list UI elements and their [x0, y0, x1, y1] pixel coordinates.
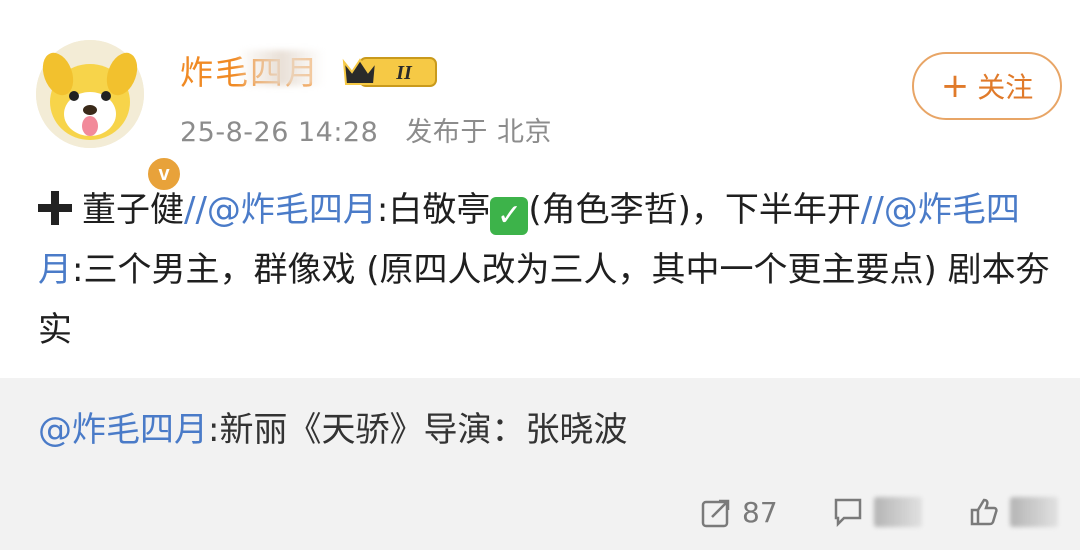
dog-avatar-icon: [36, 40, 144, 148]
action-bar: 87: [0, 488, 1080, 542]
repost-mention[interactable]: @炸毛四月: [38, 410, 208, 450]
thumbs-up-icon: [970, 498, 998, 526]
body-text-3: :三个男主，群像戏 (原四人改为三人，其中一个更主要点) 剧本夯实: [38, 250, 1050, 350]
plus-icon: +: [940, 66, 970, 106]
body-mention-1[interactable]: //@炸毛四月: [184, 190, 377, 230]
post-header: v 炸毛四月 II 25-8-26 14:28 发布于 北京 + 关注: [0, 0, 1080, 194]
name-blur-mask: [238, 50, 324, 86]
post-meta: 25-8-26 14:28 发布于 北京: [180, 110, 570, 149]
post-source: 发布于 北京: [405, 117, 552, 148]
post-body: 董子健//@炸毛四月:白敬亭 ✓ (角色李哲)，下半年开//@炸毛四月:三个男主，群…: [38, 180, 1058, 360]
comment-action[interactable]: [832, 496, 922, 528]
share-action[interactable]: 87: [700, 496, 778, 529]
vip-level: II: [395, 62, 413, 84]
author-avatar[interactable]: v: [36, 40, 184, 194]
follow-button[interactable]: + 关注: [912, 52, 1062, 120]
follow-label: 关注: [977, 71, 1034, 104]
body-text-1: :白敬亭: [376, 190, 491, 230]
share-count: 87: [742, 496, 778, 529]
body-text-2: (角色李哲)，下半年开: [528, 190, 861, 230]
like-count-blur: [1010, 497, 1058, 527]
comment-count-blur: [874, 497, 922, 527]
check-mark-icon: ✓: [490, 197, 529, 235]
like-action[interactable]: [968, 496, 1058, 528]
heavy-plus-icon: [38, 191, 72, 225]
comment-icon: [834, 498, 862, 528]
post-timestamp: 25-8-26 14:28: [180, 117, 379, 148]
body-prefix: 董子健: [82, 190, 184, 230]
vip-crown-icon[interactable]: II: [342, 54, 440, 90]
repost-text: @炸毛四月:新丽《天骄》导演：张晓波: [38, 408, 627, 452]
repost-body: :新丽《天骄》导演：张晓波: [208, 410, 628, 450]
share-icon: [701, 499, 730, 527]
